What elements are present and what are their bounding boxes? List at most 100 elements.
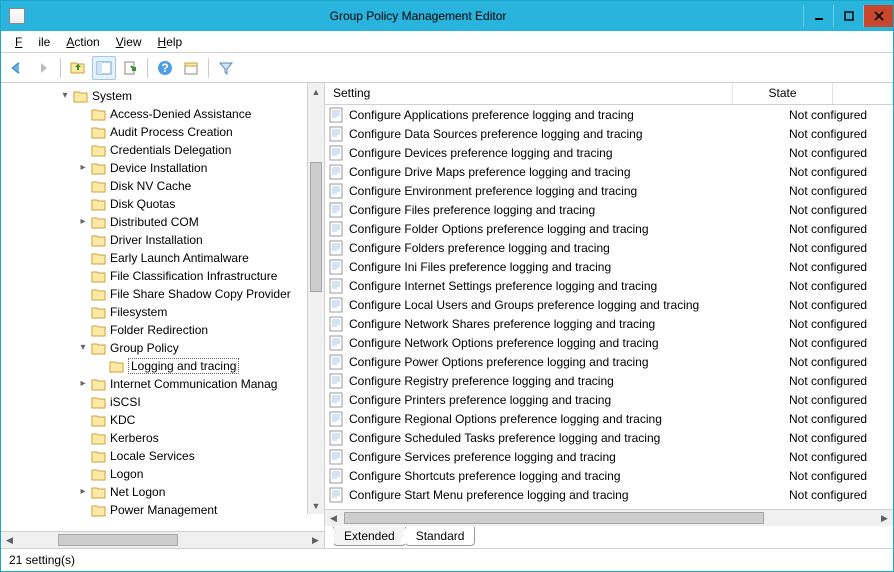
list-item[interactable]: Configure Folder Options preference logg… [325,219,893,238]
list-item[interactable]: Configure Shortcuts preference logging a… [325,466,893,485]
tree-item[interactable]: Folder Redirection [5,321,324,339]
setting-name: Configure Shortcuts preference logging a… [349,469,789,483]
show-hide-tree-button[interactable] [92,56,116,80]
tree-item-label: Early Launch Antimalware [110,251,249,265]
list-item[interactable]: Configure Devices preference logging and… [325,143,893,162]
tree-item[interactable]: ▸Internet Communication Manag [5,375,324,393]
tree-item[interactable]: Disk NV Cache [5,177,324,195]
expand-collapse-icon[interactable]: ▸ [77,217,89,227]
menu-view[interactable]: View [108,33,150,51]
list-item[interactable]: Configure Ini Files preference logging a… [325,257,893,276]
tab-standard[interactable]: Standard [405,527,476,546]
expand-collapse-icon[interactable]: ▸ [77,487,89,497]
expand-collapse-icon[interactable]: ▸ [77,163,89,173]
expand-collapse-icon[interactable]: ▸ [77,379,89,389]
list-item[interactable]: Configure Internet Settings preference l… [325,276,893,295]
expand-collapse-icon[interactable]: ▾ [59,91,71,101]
scroll-left-icon[interactable]: ◀ [325,510,342,526]
setting-name: Configure Devices preference logging and… [349,146,789,160]
scroll-right-icon[interactable]: ▶ [307,532,324,548]
tree-item[interactable]: Credentials Delegation [5,141,324,159]
list-item[interactable]: Configure Network Shares preference logg… [325,314,893,333]
tree-item-label: Kerberos [110,431,159,445]
column-state[interactable]: State [733,83,833,104]
up-one-level-button[interactable] [66,56,90,80]
setting-state: Not configured [789,317,889,331]
tree-item-label: Disk NV Cache [110,179,191,193]
list-body[interactable]: Configure Applications preference loggin… [325,105,893,509]
tree-item-label: Filesystem [110,305,167,319]
list-item[interactable]: Configure Scheduled Tasks preference log… [325,428,893,447]
list-item[interactable]: Configure Files preference logging and t… [325,200,893,219]
properties-button[interactable] [179,56,203,80]
folder-icon [109,359,125,373]
tree-item[interactable]: iSCSI [5,393,324,411]
tree-item[interactable]: ▸Device Installation [5,159,324,177]
tree-item[interactable]: Driver Installation [5,231,324,249]
filter-button[interactable] [214,56,238,80]
help-button[interactable]: ? [153,56,177,80]
scroll-thumb[interactable] [310,162,322,292]
scroll-left-icon[interactable]: ◀ [1,532,18,548]
scroll-thumb[interactable] [58,534,178,546]
list-item[interactable]: Configure Registry preference logging an… [325,371,893,390]
list-item[interactable]: Configure Start Menu preference logging … [325,485,893,504]
expand-collapse-icon[interactable]: ▾ [77,343,89,353]
menu-action[interactable]: Action [58,33,107,51]
tree[interactable]: ▾SystemAccess-Denied AssistanceAudit Pro… [1,83,324,523]
tree-item[interactable]: Power Management [5,501,324,519]
maximize-button[interactable] [833,5,863,27]
scroll-down-icon[interactable]: ▼ [308,497,324,514]
tree-item-label: Distributed COM [110,215,199,229]
tree-item[interactable]: Logging and tracing [5,357,324,375]
column-setting[interactable]: Setting [325,83,733,104]
tree-vertical-scrollbar[interactable]: ▲ ▼ [307,83,324,514]
list-item[interactable]: Configure Data Sources preference loggin… [325,124,893,143]
list-item[interactable]: Configure Environment preference logging… [325,181,893,200]
menu-help[interactable]: Help [150,33,191,51]
tree-item[interactable]: Locale Services [5,447,324,465]
tree-item[interactable]: ▾System [5,87,324,105]
export-list-button[interactable] [118,56,142,80]
list-item[interactable]: Configure Power Options preference loggi… [325,352,893,371]
tree-horizontal-scrollbar[interactable]: ◀ ▶ [1,531,324,548]
close-button[interactable] [863,5,893,27]
list-item[interactable]: Configure Folders preference logging and… [325,238,893,257]
tree-item[interactable]: File Classification Infrastructure [5,267,324,285]
list-item[interactable]: Configure Services preference logging an… [325,447,893,466]
menu-file[interactable]: File [7,33,58,51]
tree-item[interactable]: Logon [5,465,324,483]
tree-item[interactable]: Audit Process Creation [5,123,324,141]
scroll-right-icon[interactable]: ▶ [876,510,893,526]
tree-item[interactable]: Access-Denied Assistance [5,105,324,123]
list-item[interactable]: Configure Regional Options preference lo… [325,409,893,428]
scroll-thumb[interactable] [344,512,764,524]
tree-item[interactable]: Filesystem [5,303,324,321]
tree-item[interactable]: ▸ Distributed COM [5,213,324,231]
setting-state: Not configured [789,127,889,141]
list-item[interactable]: Configure Local Users and Groups prefere… [325,295,893,314]
list-item[interactable]: Configure Drive Maps preference logging … [325,162,893,181]
folder-icon [91,323,107,337]
list-item[interactable]: Configure Network Options preference log… [325,333,893,352]
folder-icon [91,485,107,499]
tab-extended[interactable]: Extended [333,527,406,546]
setting-state: Not configured [789,260,889,274]
tree-item[interactable]: ▾Group Policy [5,339,324,357]
tree-item[interactable]: KDC [5,411,324,429]
tree-item[interactable]: Early Launch Antimalware [5,249,324,267]
folder-icon [91,143,107,157]
tree-item[interactable]: ▸Net Logon [5,483,324,501]
list-item[interactable]: Configure Printers preference logging an… [325,390,893,409]
app-icon [9,8,25,24]
nav-back-button[interactable] [5,56,29,80]
tree-item[interactable]: File Share Shadow Copy Provider [5,285,324,303]
minimize-button[interactable] [803,5,833,27]
tree-item[interactable]: Kerberos [5,429,324,447]
nav-forward-button[interactable] [31,56,55,80]
scroll-up-icon[interactable]: ▲ [308,83,324,100]
tree-item[interactable]: Disk Quotas [5,195,324,213]
folder-icon [91,341,107,355]
list-horizontal-scrollbar[interactable]: ◀ ▶ [325,509,893,526]
list-item[interactable]: Configure Applications preference loggin… [325,105,893,124]
